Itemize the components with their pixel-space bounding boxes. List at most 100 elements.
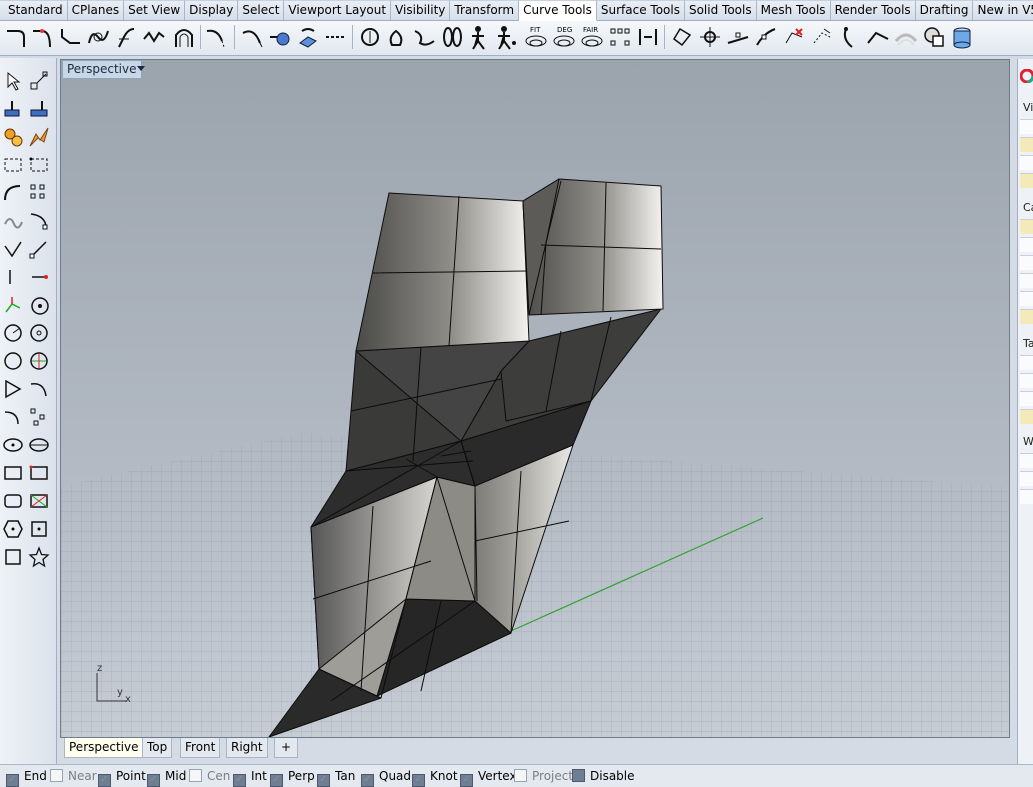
checkbox-icon[interactable]	[514, 769, 527, 782]
explode-icon[interactable]	[28, 126, 50, 148]
viewport-tab-top[interactable]: Top	[142, 738, 173, 758]
panel-row[interactable]	[1020, 355, 1033, 370]
viewport-tab-perspective[interactable]: Perspective	[64, 738, 144, 758]
panel-row[interactable]	[1020, 309, 1033, 324]
checkbox-icon[interactable]: ✓	[6, 774, 19, 787]
curve-boolean-icon[interactable]	[922, 23, 946, 51]
rectangle-corner-icon[interactable]	[2, 462, 24, 484]
simplify-curve-icon[interactable]	[412, 23, 436, 51]
checkbox-icon[interactable]	[189, 769, 202, 782]
tab-standard[interactable]: Standard	[0, 0, 68, 20]
sketch-curve-icon[interactable]	[670, 23, 694, 51]
add-viewport-icon[interactable]: +	[274, 738, 298, 758]
surface-from-curve-icon[interactable]	[950, 23, 974, 51]
rounded-rectangle-icon[interactable]	[2, 490, 24, 512]
panel-row[interactable]	[1020, 453, 1033, 468]
arc-3pt-icon[interactable]	[28, 378, 50, 400]
panel-row[interactable]	[1020, 137, 1033, 152]
osnap-disable[interactable]: Disable	[572, 769, 635, 785]
tab-mesh-tools[interactable]: Mesh Tools	[756, 0, 831, 20]
osnap-project[interactable]: Project	[514, 769, 573, 785]
perspective-viewport[interactable]: z y x	[60, 59, 1010, 738]
extend-by-arc-icon[interactable]	[240, 23, 264, 51]
curve-points-icon[interactable]	[28, 210, 50, 232]
panel-row[interactable]	[1020, 373, 1033, 388]
insert-knot-icon[interactable]	[636, 23, 660, 51]
osnap-tan[interactable]: ✓ Tan	[317, 769, 355, 787]
fair-curve-icon[interactable]: FAIR	[580, 23, 604, 51]
color-wheel-icon[interactable]	[1020, 69, 1033, 83]
match-curve-icon[interactable]	[142, 23, 166, 51]
grid-points-icon[interactable]	[28, 182, 50, 204]
osnap-int[interactable]: ✓ Int	[233, 769, 267, 787]
polygon-center-icon[interactable]	[2, 518, 24, 540]
rectangle-center-icon[interactable]	[28, 462, 50, 484]
star-icon[interactable]	[28, 546, 50, 568]
tab-cplanes[interactable]: CPlanes	[67, 0, 125, 20]
checkbox-icon[interactable]: ✓	[270, 774, 283, 787]
polygon-icon[interactable]	[2, 378, 24, 400]
osnap-mid[interactable]: ✓ Mid	[147, 769, 186, 787]
panel-row[interactable]	[1020, 173, 1033, 188]
checkbox-icon[interactable]	[572, 769, 585, 782]
arc-icon[interactable]	[2, 182, 24, 204]
rectangle-icon[interactable]	[28, 154, 50, 176]
offset-curve-icon[interactable]	[172, 23, 196, 51]
panel-row[interactable]	[1020, 273, 1033, 288]
two-point-line-icon[interactable]	[28, 266, 50, 288]
point-line-icon[interactable]	[2, 266, 24, 288]
line-segment-icon[interactable]	[28, 238, 50, 260]
tab-solid-tools[interactable]: Solid Tools	[684, 0, 757, 20]
polyline-icon[interactable]	[2, 238, 24, 260]
tab-surface-tools[interactable]: Surface Tools	[596, 0, 685, 20]
insert-point-icon[interactable]	[726, 23, 750, 51]
osnap-quad[interactable]: ✓ Quad	[361, 769, 411, 787]
panel-row[interactable]	[1020, 155, 1033, 170]
checkbox-icon[interactable]: ✓	[98, 774, 111, 787]
blend-curves-icon[interactable]	[30, 23, 54, 51]
tab-new-in-v5[interactable]: New in V5	[973, 0, 1033, 20]
circle-center-icon[interactable]	[28, 294, 50, 316]
rectangle-3pt-icon[interactable]	[28, 490, 50, 512]
viewport-tab-right[interactable]: Right	[226, 738, 268, 758]
checkbox-icon[interactable]: ✓	[317, 774, 330, 787]
circle-3pt-icon[interactable]	[28, 350, 50, 372]
square-icon[interactable]	[2, 546, 24, 568]
person-points-icon[interactable]	[494, 23, 518, 51]
tab-select[interactable]: Select	[238, 0, 285, 20]
panel-row[interactable]	[1020, 219, 1033, 234]
select-arrow-icon[interactable]	[2, 70, 24, 92]
remove-point-icon[interactable]	[782, 23, 806, 51]
arc-points-icon[interactable]	[28, 406, 50, 428]
point-icon[interactable]	[28, 70, 50, 92]
osnap-cen[interactable]: Cen	[189, 769, 230, 785]
pull-curve-icon[interactable]	[268, 23, 292, 51]
tab-drafting[interactable]: Drafting	[915, 0, 974, 20]
control-points-icon[interactable]	[608, 23, 632, 51]
panel-row[interactable]	[1020, 391, 1033, 406]
curve-edit-points-icon[interactable]	[754, 23, 778, 51]
circle-tangent-icon[interactable]	[2, 350, 24, 372]
tab-set-view[interactable]: Set View	[124, 0, 186, 20]
viewport-title[interactable]: Perspective	[62, 60, 142, 79]
project-curve-icon[interactable]	[296, 23, 320, 51]
panel-row[interactable]	[1020, 409, 1033, 424]
checkbox-icon[interactable]: ✓	[147, 774, 160, 787]
circle-icon[interactable]	[2, 322, 24, 344]
circle-dot-icon[interactable]	[28, 322, 50, 344]
fit-curve-icon[interactable]: FIT	[524, 23, 548, 51]
tab-viewport-layout[interactable]: Viewport Layout	[284, 0, 392, 20]
polyline-tool-icon[interactable]	[2, 98, 24, 120]
checkbox-icon[interactable]	[50, 769, 63, 782]
gear-cluster-icon[interactable]	[2, 126, 24, 148]
spiral-icon[interactable]	[2, 210, 24, 232]
viewport-tab-front[interactable]: Front	[180, 738, 221, 758]
osnap-point[interactable]: ✓ Point	[98, 769, 146, 787]
change-degree-icon[interactable]	[384, 23, 408, 51]
polyline-on-mesh-icon[interactable]	[324, 23, 348, 51]
panel-row[interactable]	[1020, 471, 1033, 486]
osnap-end[interactable]: ✓ End	[6, 769, 47, 787]
tab-display[interactable]: Display	[185, 0, 239, 20]
degree-curve-icon[interactable]: DEG	[552, 23, 576, 51]
osnap-vertex[interactable]: ✓ Vertex	[460, 769, 517, 787]
